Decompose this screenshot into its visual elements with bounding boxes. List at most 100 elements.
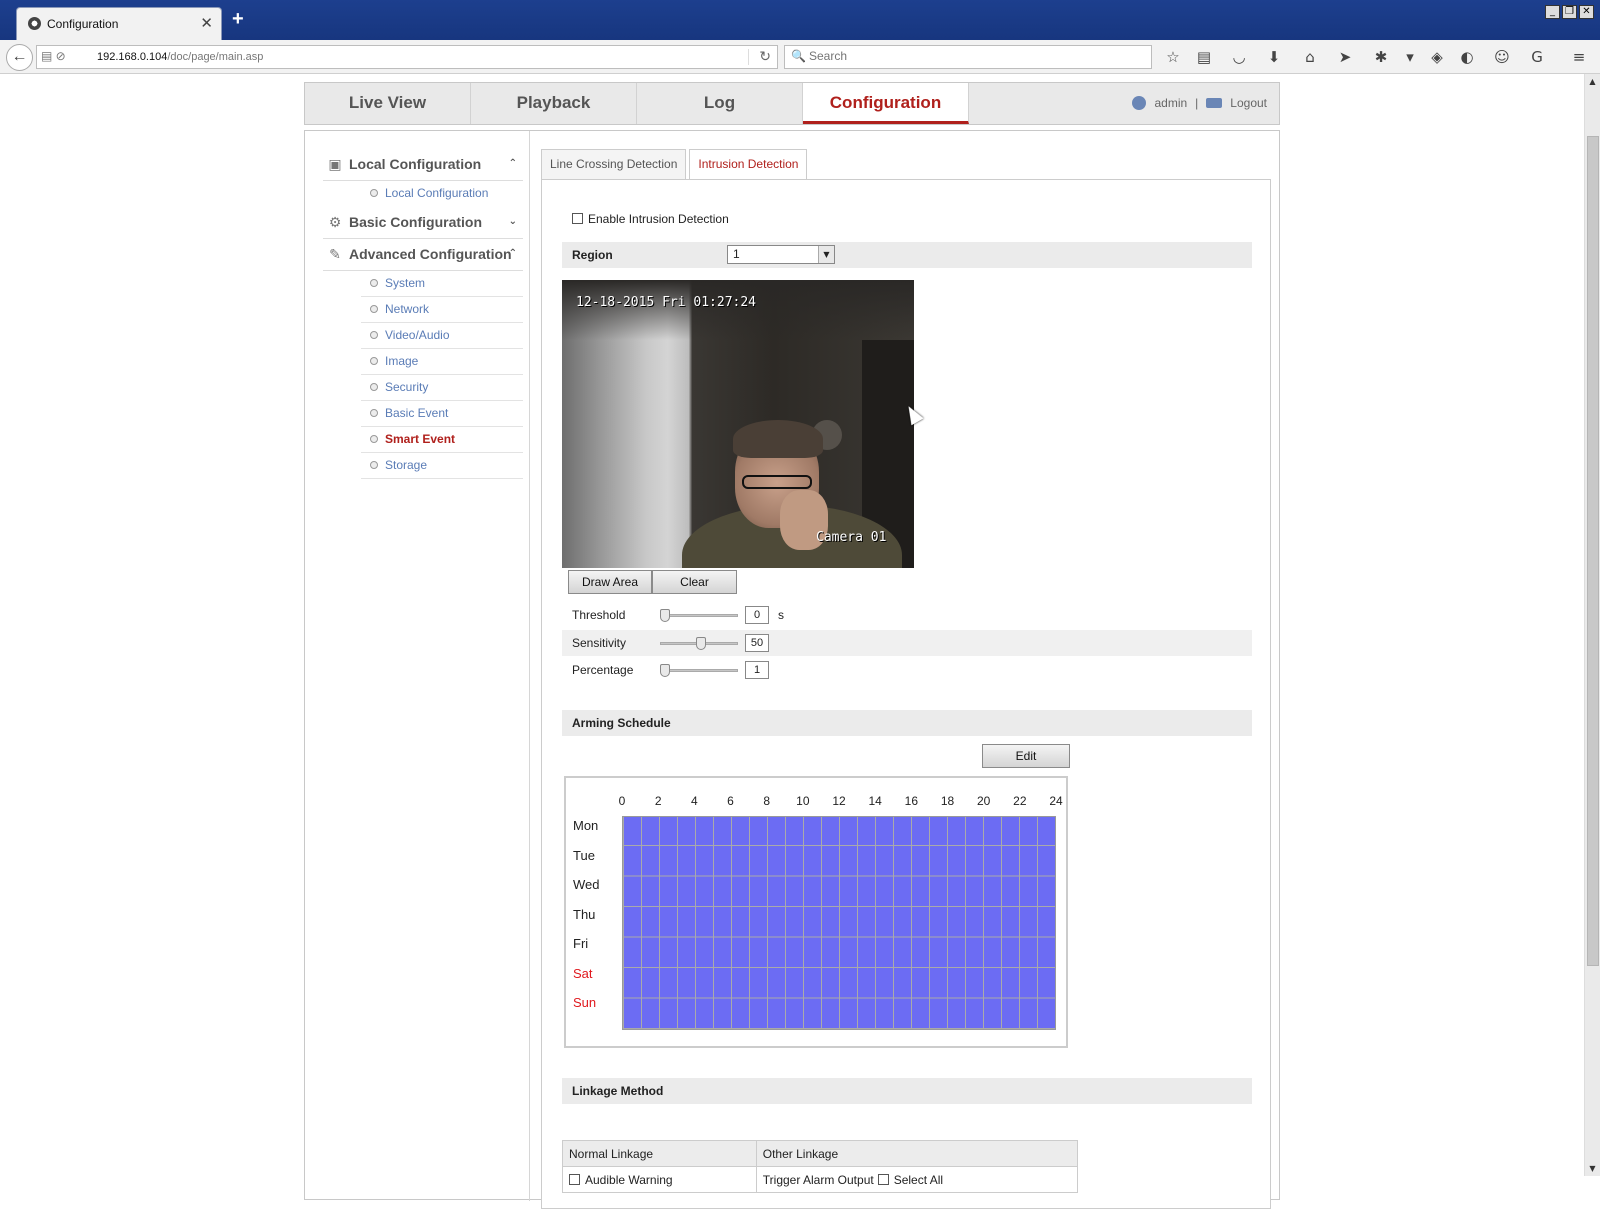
search-icon: 🔍 xyxy=(791,49,806,63)
logout-link[interactable]: Logout xyxy=(1230,96,1267,110)
threshold-slider-thumb[interactable] xyxy=(660,609,670,622)
enable-intrusion-checkbox[interactable] xyxy=(572,213,583,224)
detection-tabs: Line Crossing Detection Intrusion Detect… xyxy=(541,149,808,180)
sidebar-item-system[interactable]: System xyxy=(361,271,523,297)
hour-label: 14 xyxy=(868,794,882,808)
hour-label: 0 xyxy=(618,794,626,808)
back-arrow-icon[interactable]: ← xyxy=(6,44,33,71)
sidebar-item-storage[interactable]: Storage xyxy=(361,453,523,479)
linkage-method-bar: Linkage Method xyxy=(562,1078,1252,1104)
percentage-slider[interactable] xyxy=(660,669,738,672)
sidebar-item-network[interactable]: Network xyxy=(361,297,523,323)
sidebar-item-image[interactable]: Image xyxy=(361,349,523,375)
threshold-label: Threshold xyxy=(572,608,626,622)
sidebar-section-local[interactable]: ▣ Local Configuration ⌃ xyxy=(323,149,523,181)
linkage-method-title: Linkage Method xyxy=(572,1084,664,1098)
sidebar-item-security[interactable]: Security xyxy=(361,375,523,401)
chat-icon[interactable]: ☺ xyxy=(1491,46,1513,68)
day-label: Wed xyxy=(573,877,600,892)
sidebar: ▣ Local Configuration ⌃ Local Configurat… xyxy=(323,149,523,479)
clear-button[interactable]: Clear xyxy=(652,570,737,594)
home-icon[interactable]: ⌂ xyxy=(1299,46,1321,68)
live-video-preview[interactable]: 12-18-2015 Fri 01:27:24 Camera 01 xyxy=(562,280,914,568)
sidebar-item-label: Basic Event xyxy=(385,406,449,420)
threshold-value[interactable]: 0 xyxy=(745,606,769,624)
window-controls: _ ❐ ✕ xyxy=(1545,5,1594,19)
sensitivity-slider-thumb[interactable] xyxy=(696,637,706,650)
addon-icon[interactable]: ✱ xyxy=(1370,46,1392,68)
bookmark-star-icon[interactable]: ☆ xyxy=(1162,46,1184,68)
sidebar-item-smart-event[interactable]: Smart Event xyxy=(361,427,523,453)
menu-playback[interactable]: Playback xyxy=(471,83,637,124)
schedule-hours: 0 2 4 6 8 10 12 14 16 18 20 22 24 xyxy=(618,794,1063,808)
download-icon[interactable]: ⬇ xyxy=(1263,46,1285,68)
percentage-row: Percentage 1 xyxy=(562,657,1252,683)
menu-live-view[interactable]: Live View xyxy=(305,83,471,124)
menu-icon[interactable]: ≡ xyxy=(1568,46,1590,68)
user-icon xyxy=(1132,96,1147,110)
edit-schedule-button[interactable]: Edit xyxy=(982,744,1070,768)
browser-tab[interactable]: Configuration ✕ xyxy=(16,7,222,40)
audible-warning-checkbox[interactable] xyxy=(569,1173,580,1185)
url-text: 192.168.0.104/doc/page/main.asp xyxy=(97,51,264,63)
video-person-hair xyxy=(733,420,823,458)
hour-label: 20 xyxy=(976,794,991,808)
top-menu: Live View Playback Log Configuration adm… xyxy=(304,82,1280,125)
address-bar[interactable]: ▤ ⊘ 192.168.0.104/doc/page/main.asp ↻ xyxy=(36,45,778,69)
menu-log[interactable]: Log xyxy=(637,83,803,124)
percentage-value[interactable]: 1 xyxy=(745,661,769,679)
schedule-table: 0 2 4 6 8 10 12 14 16 18 20 22 24 Mon Tue Wed Thu Fri Sat… xyxy=(564,776,1068,1048)
sidebar-item-label: Local Configuration xyxy=(385,186,489,200)
search-box[interactable]: 🔍 xyxy=(784,45,1152,69)
translate-icon[interactable]: G xyxy=(1526,46,1548,68)
menu-configuration[interactable]: Configuration xyxy=(803,83,969,124)
bullet-icon xyxy=(370,189,378,197)
send-icon[interactable]: ➤ xyxy=(1334,46,1356,68)
arming-schedule-title: Arming Schedule xyxy=(572,716,671,730)
new-tab-icon[interactable]: + xyxy=(232,8,244,31)
restore-icon[interactable]: ❐ xyxy=(1562,5,1577,19)
chevron-down-icon[interactable]: ▼ xyxy=(818,246,834,263)
tab-intrusion-detection[interactable]: Intrusion Detection xyxy=(689,149,808,180)
chevron-up-icon[interactable]: ⌃ xyxy=(509,149,517,179)
sidebar-item-basic-event[interactable]: Basic Event xyxy=(361,401,523,427)
sidebar-item-label: Image xyxy=(385,354,419,368)
select-all-checkbox[interactable] xyxy=(877,1173,889,1185)
browser-titlebar: Configuration ✕ + _ ❐ ✕ xyxy=(0,0,1600,40)
page-scrollbar[interactable]: ▲ ▼ xyxy=(1584,74,1600,1176)
pocket-icon[interactable]: ◡ xyxy=(1228,46,1250,68)
search-input[interactable] xyxy=(809,49,1139,63)
minimize-icon[interactable]: _ xyxy=(1545,5,1560,19)
schedule-grid[interactable] xyxy=(622,816,1056,1030)
tab-line-crossing-detection[interactable]: Line Crossing Detection xyxy=(541,149,687,179)
sidebar-item-video-audio[interactable]: Video/Audio xyxy=(361,323,523,349)
percentage-slider-thumb[interactable] xyxy=(660,664,670,677)
tab-close-icon[interactable]: ✕ xyxy=(200,14,213,32)
region-select[interactable]: 1 ▼ xyxy=(727,245,835,264)
site-info-icon[interactable]: ▤ ⊘ xyxy=(41,49,91,65)
chevron-up-icon[interactable]: ⌃ xyxy=(509,239,517,269)
dropdown-icon[interactable]: ▾ xyxy=(1399,46,1421,68)
sidebar-section-advanced[interactable]: ✎ Advanced Configuration ⌃ xyxy=(323,239,523,271)
scroll-up-icon[interactable]: ▲ xyxy=(1587,76,1598,87)
username: admin xyxy=(1154,96,1188,110)
reading-list-icon[interactable]: ▤ xyxy=(1193,46,1215,68)
hour-label: 18 xyxy=(940,794,955,808)
scrollbar-thumb[interactable] xyxy=(1587,136,1599,966)
window-close-icon[interactable]: ✕ xyxy=(1579,5,1594,19)
sync-icon[interactable]: ◐ xyxy=(1456,46,1478,68)
sidebar-item-label: Storage xyxy=(385,458,428,472)
draw-area-button[interactable]: Draw Area xyxy=(568,570,652,594)
day-label: Mon xyxy=(573,818,599,833)
threshold-slider[interactable] xyxy=(660,614,738,617)
addon-drop-icon[interactable]: ◈ xyxy=(1426,46,1448,68)
chevron-down-icon[interactable]: ⌄ xyxy=(509,207,517,237)
sidebar-item-local-configuration[interactable]: Local Configuration xyxy=(361,181,523,207)
sidebar-section-basic[interactable]: ⚙ Basic Configuration ⌄ xyxy=(323,207,523,239)
sensitivity-value[interactable]: 50 xyxy=(745,634,769,652)
hour-label: 16 xyxy=(904,794,919,808)
scroll-down-icon[interactable]: ▼ xyxy=(1587,1163,1598,1174)
bullet-icon xyxy=(370,305,378,313)
logout-icon[interactable] xyxy=(1206,98,1223,108)
reload-icon[interactable]: ↻ xyxy=(759,48,771,65)
